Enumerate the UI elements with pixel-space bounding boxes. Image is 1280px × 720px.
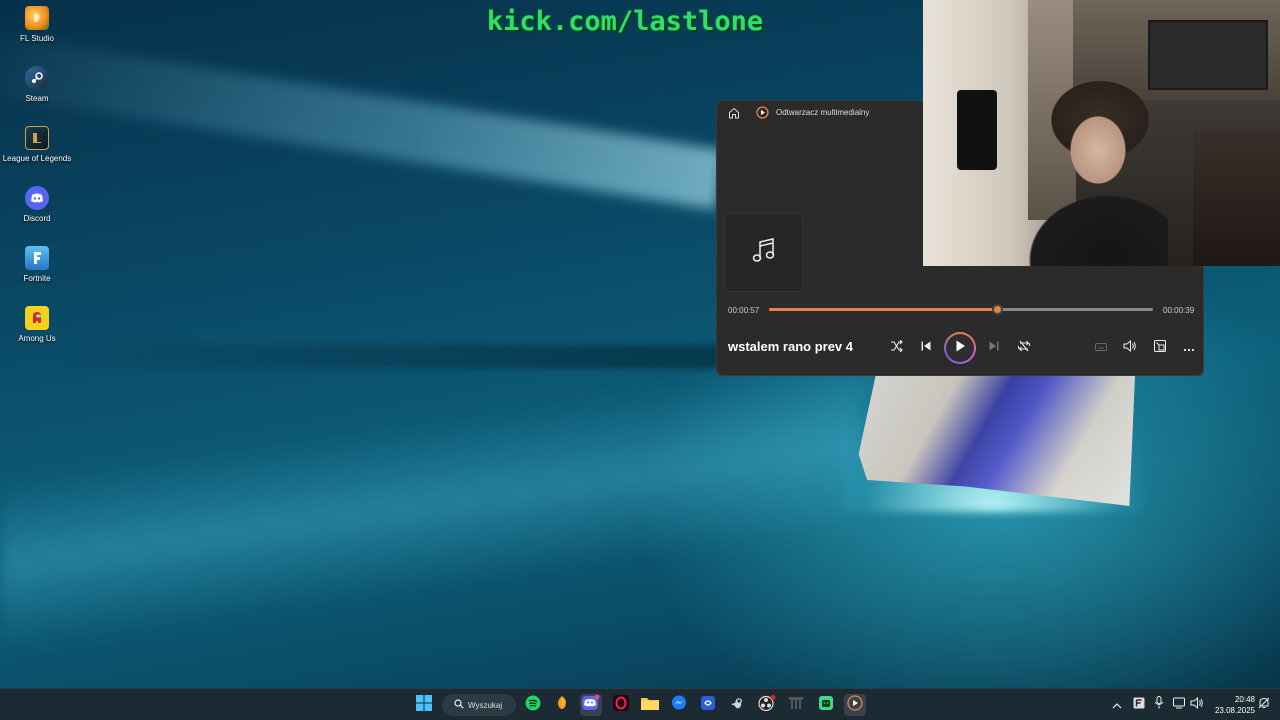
- taskbar-app-opera-gx[interactable]: [610, 694, 632, 716]
- show-hidden-icons-button[interactable]: [1110, 698, 1124, 712]
- miniplayer-button[interactable]: [1091, 338, 1111, 358]
- media-player-title: Odtwarzacz multimedialny: [776, 108, 870, 117]
- notifications-button[interactable]: [1257, 696, 1271, 714]
- steam-icon: [25, 66, 49, 90]
- android-icon: [818, 695, 834, 716]
- desktop-icon-label: League of Legends: [2, 154, 72, 163]
- repeat-button[interactable]: [1014, 338, 1034, 358]
- play-button[interactable]: [944, 332, 976, 364]
- microphone-icon: [1154, 696, 1164, 714]
- fortnite-icon: [25, 246, 49, 270]
- webcam-chair: [1193, 130, 1280, 266]
- start-button[interactable]: [413, 694, 435, 716]
- desktop-icon-among-us[interactable]: Among Us: [0, 302, 74, 358]
- more-options-button[interactable]: [1179, 338, 1199, 358]
- discord-icon: [582, 694, 600, 716]
- discord-icon: [25, 186, 49, 210]
- home-icon[interactable]: [727, 106, 741, 120]
- webcam-overlay: [923, 0, 1280, 266]
- desktop-icon-label: FL Studio: [20, 34, 54, 43]
- taskbar-app-network[interactable]: [785, 694, 807, 716]
- spotify-icon: [525, 695, 541, 716]
- taskbar-search[interactable]: Wyszukaj: [442, 694, 516, 716]
- volume-tray-button[interactable]: [1190, 696, 1204, 714]
- compact-icon: [1154, 339, 1166, 357]
- steam-icon: [729, 695, 745, 716]
- network-status-icon: [1173, 696, 1187, 714]
- desktop-icon-fortnite[interactable]: Fortnite: [0, 242, 74, 298]
- clock[interactable]: 20:48 23.08.2025: [1209, 694, 1255, 716]
- desktop-icon-label: Steam: [25, 94, 49, 103]
- taskbar-app-file-explorer[interactable]: [639, 694, 661, 716]
- search-icon: [454, 696, 464, 714]
- speaker-icon: [1190, 696, 1204, 714]
- fl-studio-icon: [25, 6, 49, 30]
- media-player-app-icon: [756, 106, 769, 119]
- webcam-mic-stand: [957, 90, 997, 170]
- among-us-icon: [25, 306, 49, 330]
- microphone-button[interactable]: [1152, 696, 1166, 714]
- album-art: [724, 213, 803, 292]
- desktop-icon-label: Fortnite: [23, 274, 51, 283]
- shuffle-icon: [890, 339, 904, 357]
- media-player-icon: [847, 694, 863, 716]
- next-icon: [988, 339, 1000, 357]
- miniplayer-icon: [1095, 339, 1107, 357]
- desktop-icon-fl-studio[interactable]: FL Studio: [0, 2, 74, 58]
- tray-app-icon: [1133, 696, 1145, 714]
- remaining-time: 00:00:39: [1163, 306, 1195, 315]
- volume-icon: [1123, 339, 1137, 357]
- app-icon: [700, 695, 716, 716]
- taskbar-app-generic[interactable]: [697, 694, 719, 716]
- next-button[interactable]: [984, 338, 1004, 358]
- seek-bar-thumb[interactable]: [992, 304, 1004, 315]
- webcam-person: [1018, 80, 1168, 266]
- compact-mode-button[interactable]: [1150, 338, 1170, 358]
- opera-gx-icon: [613, 694, 629, 716]
- music-note-icon: [751, 236, 777, 269]
- taskbar-app-spotify[interactable]: [522, 694, 544, 716]
- desktop-icon-discord[interactable]: Discord: [0, 182, 74, 238]
- elapsed-time: 00:00:57: [728, 306, 760, 315]
- network-status-button[interactable]: [1173, 696, 1187, 714]
- taskbar-app-fl-studio[interactable]: [551, 694, 573, 716]
- tray-app-button[interactable]: [1132, 696, 1146, 714]
- network-icon: [788, 695, 804, 716]
- file-explorer-icon: [641, 696, 659, 715]
- desktop-icon-label: Discord: [23, 214, 51, 223]
- notification-bell-icon: [1258, 696, 1270, 714]
- desktop-icon-steam[interactable]: Steam: [0, 62, 74, 118]
- stream-watermark: kick.com/lastlone: [486, 6, 764, 37]
- desktop-icon-label: Among Us: [18, 334, 56, 343]
- taskbar-app-discord[interactable]: [580, 694, 602, 716]
- taskbar-app-obs[interactable]: [756, 694, 778, 716]
- messenger-icon: [671, 695, 687, 716]
- previous-icon: [920, 339, 932, 357]
- search-label: Wyszukaj: [468, 700, 503, 710]
- seek-bar-progress: [769, 308, 998, 311]
- repeat-icon: [1017, 339, 1031, 357]
- seek-bar[interactable]: [769, 304, 1153, 315]
- clock-time: 20:48: [1234, 695, 1255, 704]
- taskbar-app-messenger[interactable]: [668, 694, 690, 716]
- more-icon: [1183, 339, 1195, 357]
- shuffle-button[interactable]: [887, 338, 907, 358]
- song-title: wstalem rano prev 4: [728, 339, 853, 354]
- taskbar-app-steam[interactable]: [726, 694, 748, 716]
- league-of-legends-icon: [25, 126, 49, 150]
- chevron-up-icon: [1112, 696, 1122, 714]
- wallpaper-floor-light: [0, 359, 860, 651]
- play-icon: [953, 339, 967, 358]
- fl-studio-icon: [555, 695, 569, 716]
- taskbar-app-media-player[interactable]: [844, 694, 866, 716]
- taskbar-app-android[interactable]: [815, 694, 837, 716]
- desktop-icon-league-of-legends[interactable]: League of Legends: [0, 122, 74, 178]
- clock-date: 23.08.2025: [1214, 706, 1255, 715]
- wallpaper-light-beam: [0, 31, 725, 210]
- taskbar: Wyszukaj 20:48 23.08.2025: [0, 688, 1280, 720]
- obs-icon: [758, 694, 776, 716]
- volume-button[interactable]: [1120, 338, 1140, 358]
- previous-button[interactable]: [916, 338, 936, 358]
- windows-start-icon: [416, 694, 432, 716]
